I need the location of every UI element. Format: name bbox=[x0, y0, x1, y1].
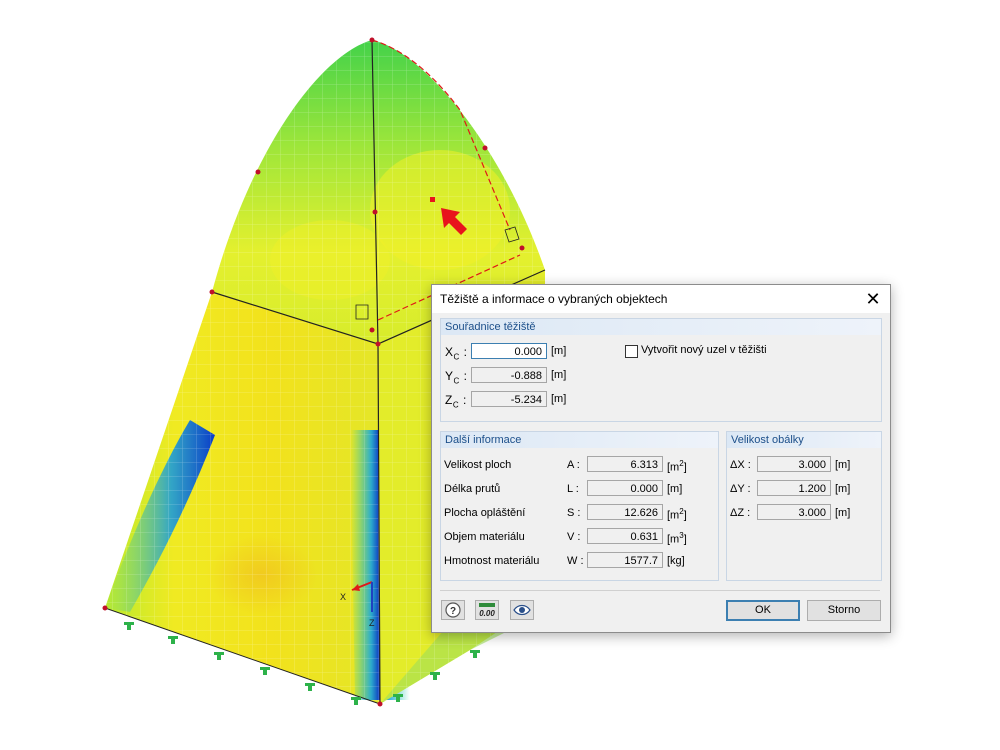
svg-text:0.00: 0.00 bbox=[479, 609, 495, 618]
yc-value[interactable]: -0.888 bbox=[471, 367, 547, 383]
dialog-title: Těžiště a informace o vybraných objektec… bbox=[440, 292, 668, 306]
centroid-heading: Souřadnice těžiště bbox=[441, 319, 881, 335]
delta-z-value: 3.000 bbox=[757, 504, 831, 520]
member-length-symbol: L : bbox=[567, 483, 579, 495]
member-length-label: Délka prutů bbox=[444, 483, 501, 495]
centroid-group: Souřadnice těžiště XC : 0.000 [m] YC : -… bbox=[440, 318, 882, 422]
decimals-button[interactable]: 0.00 bbox=[475, 600, 499, 620]
info-group: Další informace Velikost ploch A : 6.313… bbox=[440, 431, 719, 581]
envelope-group: Velikost obálky ΔX : 3.000 [m] ΔY : 1.20… bbox=[726, 431, 882, 581]
ok-button[interactable]: OK bbox=[726, 600, 800, 621]
footer-separator bbox=[440, 590, 880, 591]
area-value: 6.313 bbox=[587, 456, 663, 472]
axis-z-label: Z bbox=[369, 618, 375, 628]
zc-unit: [m] bbox=[551, 393, 567, 405]
xc-label: XC : bbox=[445, 345, 468, 362]
material-mass-unit: [kg] bbox=[667, 555, 685, 567]
zc-label: ZC : bbox=[445, 393, 467, 410]
create-node-checkbox[interactable] bbox=[625, 345, 638, 358]
delta-y-label: ΔY : bbox=[730, 483, 751, 495]
delta-x-value: 3.000 bbox=[757, 456, 831, 472]
create-node-label[interactable]: Vytvořit nový uzel v těžišti bbox=[641, 344, 767, 356]
close-icon[interactable]: ✕ bbox=[856, 285, 890, 313]
show-button[interactable] bbox=[510, 600, 534, 620]
material-mass-value: 1577.7 bbox=[587, 552, 663, 568]
decimal-places-icon: 0.00 bbox=[479, 603, 495, 618]
cancel-button[interactable]: Storno bbox=[807, 600, 881, 621]
zc-value[interactable]: -5.234 bbox=[471, 391, 547, 407]
delta-z-label: ΔZ : bbox=[730, 507, 751, 519]
yc-unit: [m] bbox=[551, 369, 567, 381]
material-mass-symbol: W : bbox=[567, 555, 584, 567]
envelope-heading: Velikost obálky bbox=[727, 432, 881, 448]
material-volume-value: 0.631 bbox=[587, 528, 663, 544]
help-icon: ? bbox=[445, 602, 461, 618]
delta-y-value: 1.200 bbox=[757, 480, 831, 496]
cladding-area-unit: [m2] bbox=[667, 507, 687, 522]
area-unit: [m2] bbox=[667, 459, 687, 474]
area-label: Velikost ploch bbox=[444, 459, 512, 471]
material-mass-label: Hmotnost materiálu bbox=[444, 555, 540, 567]
info-heading: Další informace bbox=[441, 432, 718, 448]
cladding-area-symbol: S : bbox=[567, 507, 581, 519]
material-volume-unit: [m3] bbox=[667, 531, 687, 546]
dialog-titlebar[interactable]: Těžiště a informace o vybraných objektec… bbox=[432, 285, 890, 313]
centroid-marker bbox=[430, 197, 435, 202]
xc-unit: [m] bbox=[551, 345, 567, 357]
member-length-unit: [m] bbox=[667, 483, 683, 495]
centroid-info-dialog: Těžiště a informace o vybraných objektec… bbox=[431, 284, 891, 633]
delta-z-unit: [m] bbox=[835, 507, 851, 519]
cladding-area-label: Plocha opláštění bbox=[444, 507, 526, 519]
material-volume-symbol: V : bbox=[567, 531, 581, 543]
cladding-area-value: 12.626 bbox=[587, 504, 663, 520]
yc-label: YC : bbox=[445, 369, 468, 386]
svg-text:?: ? bbox=[450, 606, 456, 617]
member-length-value: 0.000 bbox=[587, 480, 663, 496]
eye-icon bbox=[513, 604, 531, 616]
help-button[interactable]: ? bbox=[441, 600, 465, 620]
delta-y-unit: [m] bbox=[835, 483, 851, 495]
xc-value[interactable]: 0.000 bbox=[471, 343, 547, 359]
delta-x-label: ΔX : bbox=[730, 459, 751, 471]
delta-x-unit: [m] bbox=[835, 459, 851, 471]
material-volume-label: Objem materiálu bbox=[444, 531, 525, 543]
area-symbol: A : bbox=[567, 459, 580, 471]
axis-x-label: X bbox=[340, 592, 346, 602]
